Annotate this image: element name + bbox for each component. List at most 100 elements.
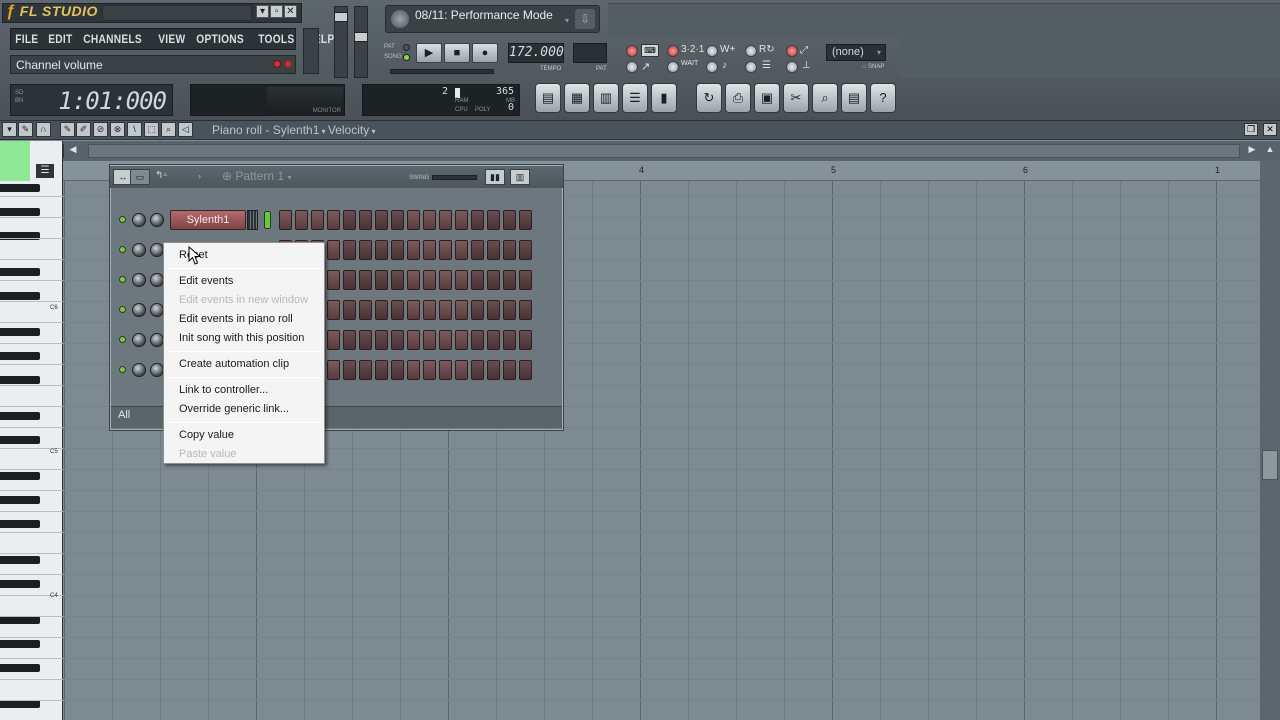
channel-pan-knob[interactable] — [132, 363, 146, 377]
black-key[interactable] — [0, 520, 40, 528]
metronome-icon[interactable] — [706, 45, 718, 57]
step-button[interactable] — [423, 270, 436, 290]
channel-pan-knob[interactable] — [132, 273, 146, 287]
step-button[interactable] — [455, 360, 468, 380]
pat-mode-led[interactable] — [403, 44, 410, 51]
step-edit-icon[interactable] — [626, 61, 638, 73]
speaker-icon[interactable]: ◁ — [178, 122, 193, 137]
plugin-button[interactable]: ✂ — [783, 83, 809, 113]
keyboard-menu-icon[interactable]: ☰ — [36, 164, 54, 178]
mixer-button[interactable]: ▮ — [651, 83, 677, 113]
step-record-icon[interactable] — [786, 61, 798, 73]
chevron-down-icon[interactable]: ▾ — [319, 127, 327, 136]
step-button[interactable] — [487, 330, 500, 350]
step-button[interactable] — [455, 300, 468, 320]
zoom-icon[interactable]: ⌕ — [161, 122, 176, 137]
channel-volume-knob[interactable] — [150, 303, 164, 317]
step-button[interactable] — [407, 300, 420, 320]
step-button[interactable] — [375, 210, 388, 230]
select-icon[interactable]: ⬚ — [144, 122, 159, 137]
stop-button[interactable]: ■ — [444, 43, 470, 63]
step-button[interactable] — [503, 270, 516, 290]
piano-keyboard[interactable] — [0, 141, 63, 720]
black-key[interactable] — [0, 292, 40, 300]
channel-filter[interactable]: All — [118, 409, 130, 421]
step-button[interactable] — [327, 360, 340, 380]
step-button[interactable] — [439, 210, 452, 230]
pattern-label[interactable]: ⊕ Pattern 1 ▾ — [222, 169, 291, 183]
step-button[interactable] — [503, 300, 516, 320]
channel-pan-knob[interactable] — [132, 243, 146, 257]
black-key[interactable] — [0, 496, 40, 504]
step-button[interactable] — [359, 300, 372, 320]
step-button[interactable] — [407, 270, 420, 290]
vertical-scrollbar[interactable] — [1260, 161, 1280, 720]
restore-icon[interactable]: ❐ — [1244, 123, 1258, 136]
search-button[interactable]: ⌕ — [812, 83, 838, 113]
channel-mute-led[interactable] — [119, 246, 126, 253]
step-button[interactable] — [359, 270, 372, 290]
step-button[interactable] — [439, 330, 452, 350]
channel-button[interactable]: Sylenth1 — [170, 210, 246, 230]
step-button[interactable] — [343, 210, 356, 230]
black-key[interactable] — [0, 700, 40, 708]
vertical-scroll-thumb[interactable] — [1262, 450, 1278, 480]
undo-icon[interactable]: ↰▫ — [155, 170, 167, 181]
step-button[interactable] — [391, 210, 404, 230]
channel-mute-led[interactable] — [119, 306, 126, 313]
link-icon[interactable]: ⤢ — [800, 45, 808, 56]
step-button[interactable] — [471, 360, 484, 380]
channel-volume-knob[interactable] — [150, 333, 164, 347]
step-button[interactable] — [519, 240, 532, 260]
step-button[interactable] — [359, 240, 372, 260]
notes-button[interactable]: ▤ — [841, 83, 867, 113]
collapse-icon[interactable]: ▭ — [130, 169, 150, 185]
step-button[interactable] — [391, 330, 404, 350]
song-position-slider[interactable] — [390, 69, 494, 74]
menu-item-create-automation-clip[interactable]: Create automation clip — [179, 358, 289, 370]
play-button[interactable]: ▶ — [416, 43, 442, 63]
step-button[interactable] — [455, 330, 468, 350]
step-button[interactable] — [391, 270, 404, 290]
black-key[interactable] — [0, 580, 40, 588]
step-button[interactable] — [375, 300, 388, 320]
step-button[interactable] — [519, 330, 532, 350]
browser-button[interactable]: ☰ — [622, 83, 648, 113]
save-button[interactable]: ⎙ — [725, 83, 751, 113]
download-icon[interactable]: ⇩ — [575, 9, 595, 29]
step-button[interactable] — [327, 210, 340, 230]
swing-slider[interactable] — [432, 175, 477, 180]
step-sequencer-button[interactable]: ▦ — [564, 83, 590, 113]
step-button[interactable] — [519, 300, 532, 320]
black-key[interactable] — [0, 328, 40, 336]
close-icon[interactable]: ✕ — [284, 5, 297, 18]
step-button[interactable] — [391, 360, 404, 380]
menu-options[interactable]: OPTIONS — [192, 32, 248, 46]
step-button[interactable] — [503, 240, 516, 260]
step-button[interactable] — [311, 210, 324, 230]
step-button[interactable] — [423, 330, 436, 350]
keyboard-editor-icon[interactable]: ▥ — [510, 169, 530, 185]
menu-channels[interactable]: CHANNELS — [79, 32, 146, 46]
step-button[interactable] — [503, 360, 516, 380]
pattern-number-display[interactable] — [573, 43, 607, 63]
scroll-right-icon[interactable]: ▶ — [1245, 144, 1259, 158]
mute-icon[interactable]: ⊗ — [110, 122, 125, 137]
scroll-icon[interactable]: ☰ — [762, 60, 771, 71]
black-key[interactable] — [0, 268, 40, 276]
horizontal-scroll-track[interactable] — [88, 144, 1240, 158]
menu-item-init-song[interactable]: Init song with this position — [179, 332, 304, 344]
step-button[interactable] — [471, 300, 484, 320]
scroll-up-icon[interactable]: ▲ — [1263, 144, 1277, 158]
step-button[interactable] — [471, 210, 484, 230]
arrow-right-icon[interactable]: › — [198, 171, 201, 181]
step-button[interactable] — [423, 210, 436, 230]
slice-icon[interactable]: \ — [127, 122, 142, 137]
step-button[interactable] — [343, 300, 356, 320]
step-button[interactable] — [407, 210, 420, 230]
pencil-icon[interactable]: ✎ — [60, 122, 75, 137]
song-mode-led[interactable] — [403, 54, 410, 61]
step-button[interactable] — [375, 330, 388, 350]
piano-roll-mode[interactable]: Velocity — [328, 123, 369, 137]
wait-icon[interactable] — [667, 61, 679, 73]
